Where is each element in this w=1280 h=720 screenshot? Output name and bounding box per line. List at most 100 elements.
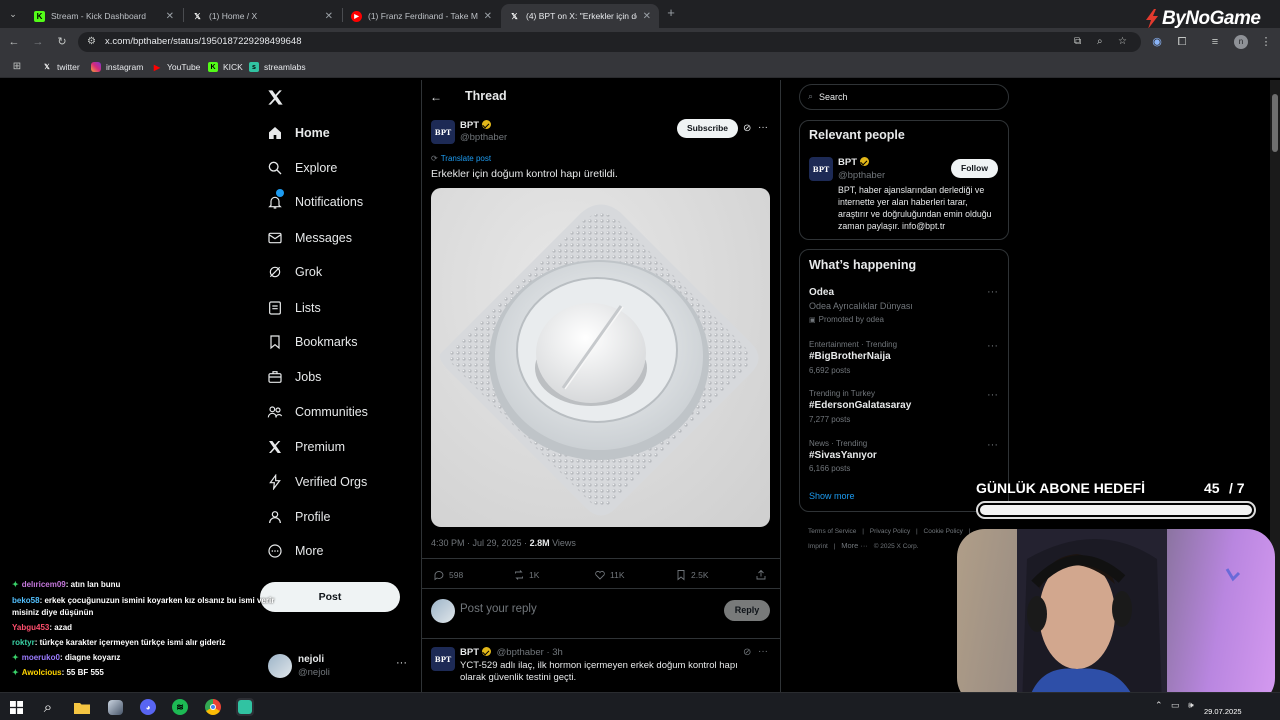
reply-author-handle[interactable]: @bpthaber (497, 647, 544, 658)
taskbar-date[interactable]: 29.07.2025 (1204, 707, 1242, 716)
bookmark-youtube[interactable]: ▶ YouTube (152, 59, 200, 75)
back-arrow-icon[interactable]: ← (430, 90, 442, 104)
more-dots-icon[interactable]: ··· (987, 389, 998, 401)
close-icon[interactable]: ✕ (166, 11, 174, 22)
reply-input[interactable]: Post your reply (460, 603, 537, 615)
address-bar[interactable]: ⚙ x.com/bpthaber/status/1950187229298499… (78, 32, 1141, 52)
author-avatar[interactable]: BPT (431, 120, 455, 144)
extension-icon[interactable]: ◉ (1150, 35, 1164, 49)
more-dots-icon[interactable]: ··· (396, 657, 407, 669)
trend-name[interactable]: #BigBrotherNaija (809, 351, 891, 362)
app-icon[interactable] (106, 698, 124, 716)
footer-link[interactable]: Terms of Service (808, 528, 856, 535)
more-dots-icon[interactable]: ··· (758, 646, 768, 657)
chrome-icon[interactable] (204, 698, 222, 716)
nav-premium[interactable]: Premium (266, 434, 345, 460)
bookmark-instagram[interactable]: instagram (91, 59, 143, 75)
person-name[interactable]: BPT (838, 157, 869, 168)
reply-author-name[interactable]: BPT (460, 647, 479, 658)
bookmark-streamlabs[interactable]: s streamlabs (249, 59, 306, 75)
like-count-button[interactable]: 11K (594, 569, 625, 581)
nav-profile[interactable]: Profile (266, 504, 330, 530)
person-avatar[interactable]: BPT (809, 157, 833, 181)
person-handle[interactable]: @bpthaber (838, 170, 885, 181)
tab-bpt-post[interactable]: 𝕏 (4) BPT on X: "Erkekler için doğu ✕ (501, 4, 659, 28)
back-arrow-icon[interactable]: ← (7, 35, 21, 49)
footer-link[interactable]: Privacy Policy (870, 528, 910, 535)
nav-verified-orgs[interactable]: Verified Orgs (266, 469, 367, 495)
more-dots-icon[interactable]: ··· (987, 286, 998, 298)
follow-button[interactable]: Follow (951, 159, 998, 178)
reply-button[interactable]: Reply (724, 600, 770, 621)
forward-arrow-icon[interactable]: → (31, 35, 45, 49)
nav-home[interactable]: Home (266, 120, 330, 146)
post-button[interactable]: Post (260, 582, 400, 612)
reading-list-icon[interactable]: ≡ (1208, 35, 1222, 49)
scrollbar-thumb[interactable] (1272, 94, 1278, 152)
new-tab-icon[interactable]: + (664, 6, 678, 20)
repost-count-button[interactable]: 1K (513, 569, 539, 581)
bookmark-count-button[interactable]: 2.5K (675, 569, 709, 581)
nav-grok[interactable]: Grok (266, 259, 322, 285)
nav-notifications[interactable]: Notifications (266, 189, 363, 215)
browser-menu-icon[interactable]: ⋮ (1259, 35, 1273, 49)
post-timestamp[interactable]: 4:30 PM · Jul 29, 2025 · (431, 538, 530, 548)
profile-avatar[interactable]: n (1234, 35, 1248, 49)
bookmark-twitter[interactable]: 𝕏twitter (42, 59, 80, 75)
windows-start-icon[interactable] (7, 698, 25, 716)
streamlabs-icon[interactable] (236, 698, 254, 716)
account-switcher[interactable]: nejoli @nejoli ··· (266, 652, 411, 682)
show-desktop-button[interactable] (1262, 697, 1274, 717)
reply-post-time[interactable]: · 3h (546, 647, 562, 658)
nav-bookmarks[interactable]: Bookmarks (266, 329, 358, 355)
zoom-icon[interactable]: ⌕ (1097, 32, 1103, 52)
x-logo-icon[interactable] (266, 88, 286, 108)
site-info-icon[interactable]: ⚙ (87, 32, 96, 52)
close-icon[interactable]: ✕ (484, 11, 492, 22)
more-dots-icon[interactable]: ··· (987, 340, 998, 352)
nav-jobs[interactable]: Jobs (266, 364, 321, 390)
translate-post-link[interactable]: ⟳ Translate post (431, 154, 491, 163)
install-app-icon[interactable]: ⧉ (1074, 32, 1081, 52)
footer-link[interactable]: Imprint (808, 543, 828, 550)
file-explorer-icon[interactable] (73, 698, 91, 716)
bookmark-kick[interactable]: K KICK (208, 59, 243, 75)
nav-explore[interactable]: Explore (266, 155, 337, 181)
nav-lists[interactable]: Lists (266, 295, 321, 321)
nav-communities[interactable]: Communities (266, 399, 368, 425)
close-icon[interactable]: ✕ (325, 11, 333, 22)
trend-name[interactable]: #EdersonGalatasaray (809, 400, 911, 411)
reply-author-avatar[interactable]: BPT (431, 647, 455, 671)
apps-grid-icon[interactable]: ⊞ (10, 60, 24, 74)
grok-explain-icon[interactable]: ⊘ (743, 647, 751, 658)
subscribe-button[interactable]: Subscribe (677, 119, 738, 138)
share-button[interactable] (755, 569, 771, 581)
discord-icon[interactable]: ◕ (139, 698, 157, 716)
tab-kick-dashboard[interactable]: K Stream - Kick Dashboard ✕ (26, 4, 182, 28)
search-input[interactable]: ⌕ Search (799, 84, 1009, 110)
promo-title[interactable]: Odea (809, 287, 834, 298)
author-name[interactable]: BPT (460, 120, 491, 131)
more-dots-icon[interactable]: ··· (987, 439, 998, 451)
footer-more-link[interactable]: More ··· (841, 541, 868, 550)
footer-link[interactable]: Cookie Policy (924, 528, 963, 535)
grok-explain-icon[interactable]: ⊘ (743, 123, 751, 134)
tab-x-home[interactable]: 𝕏 (1) Home / X ✕ (184, 4, 341, 28)
close-icon[interactable]: ✕ (643, 11, 651, 22)
bookmark-star-icon[interactable]: ☆ (1118, 32, 1127, 52)
spotify-icon[interactable]: ≋ (171, 698, 189, 716)
search-icon[interactable]: ⌕ (39, 698, 57, 716)
tab-youtube[interactable]: ▶ (1) Franz Ferdinand - Take M ✕ (343, 4, 500, 28)
trend-name[interactable]: #SivasYanıyor (809, 450, 877, 461)
post-image[interactable] (431, 188, 770, 527)
system-tray-icons[interactable]: ⌃ ▭ 🕪 (1155, 700, 1197, 711)
show-more-link[interactable]: Show more (809, 491, 855, 501)
more-dots-icon[interactable]: ··· (758, 122, 768, 133)
tab-search-icon[interactable]: ⌄ (6, 7, 20, 21)
reload-icon[interactable]: ↻ (55, 35, 69, 49)
author-handle[interactable]: @bpthaber (460, 132, 507, 143)
nav-messages[interactable]: Messages (266, 225, 352, 251)
reply-count-button[interactable]: 598 (433, 569, 463, 581)
extensions-puzzle-icon[interactable]: ⧠ (1175, 35, 1189, 49)
nav-more[interactable]: More (266, 538, 323, 564)
